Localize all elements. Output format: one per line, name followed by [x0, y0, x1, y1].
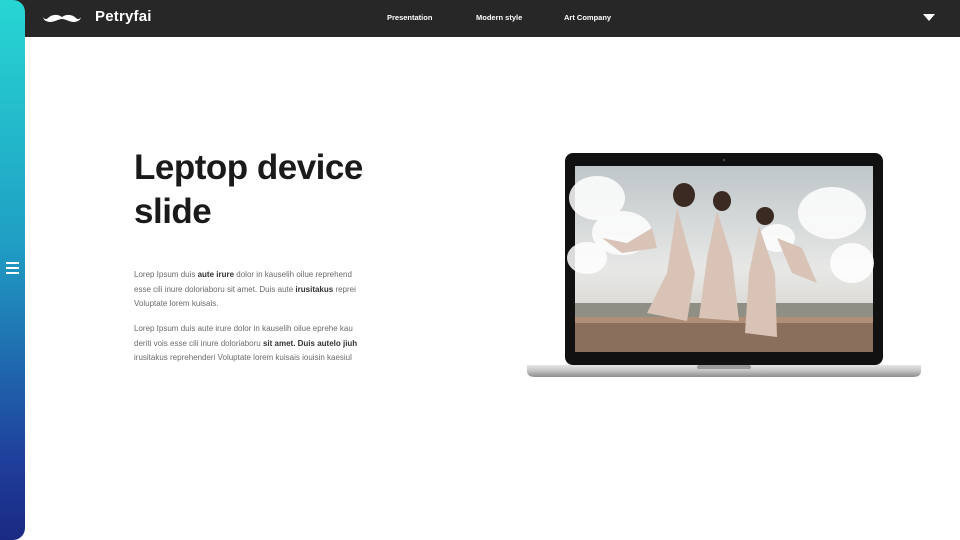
brand-name[interactable]: Petryfai	[95, 8, 152, 25]
p2-line-3: irusitakus reprehenderi Voluptate lorem …	[134, 353, 352, 362]
p1-line-1: Lorep Ipsum duis aute irure dolor in kau…	[134, 270, 352, 279]
slide-title: Leptop device slide	[134, 146, 434, 234]
body-paragraph-2: Lorep Ipsum duis aute irure dolor in kau…	[134, 322, 394, 366]
laptop-device-mockup	[527, 153, 921, 377]
p1-line-3: Voluptate lorem kuisais.	[134, 299, 219, 308]
slide-title-line-2: slide	[134, 192, 212, 231]
nav-item-art-company[interactable]: Art Company	[564, 13, 611, 22]
slide-title-line-1: Leptop device	[134, 148, 363, 187]
p2-line-1: Lorep Ipsum duis aute irure dolor in kau…	[134, 324, 353, 333]
mustache-icon[interactable]	[43, 11, 81, 25]
caret-down-icon[interactable]	[923, 14, 935, 21]
body-paragraph-1: Lorep Ipsum duis aute irure dolor in kau…	[134, 268, 394, 312]
p2-line-2: deriti vois esse cili inure doloriaboru …	[134, 338, 358, 348]
p1-line-2: esse cili inure doloriaboru sit amet. Du…	[134, 284, 356, 294]
nav-item-modern-style[interactable]: Modern style	[476, 13, 522, 22]
hamburger-icon[interactable]	[6, 262, 19, 276]
nav-item-presentation[interactable]: Presentation	[387, 13, 432, 22]
